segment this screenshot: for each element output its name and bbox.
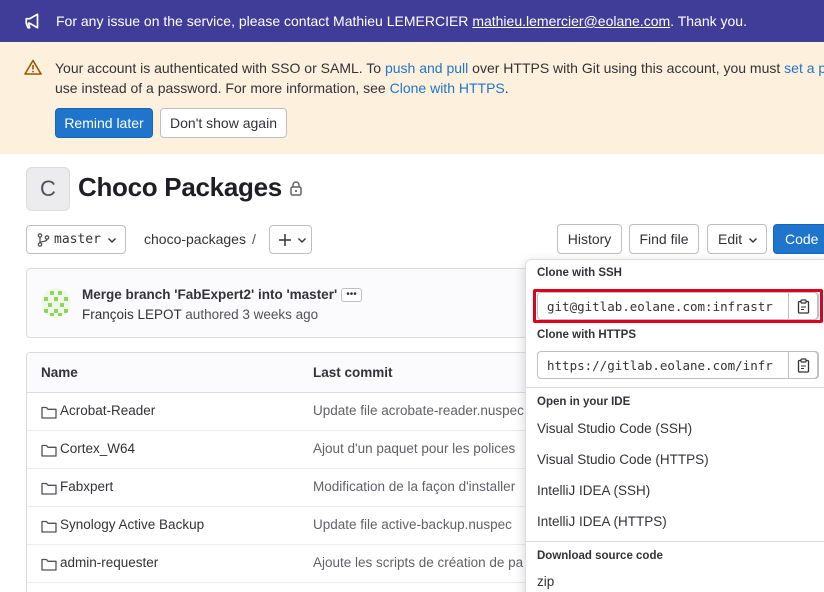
push-pull-link[interactable]: push and pull <box>385 60 468 76</box>
clone-https-label: Clone with HTTPS <box>537 329 637 341</box>
chevron-down-icon <box>749 238 757 243</box>
download-section-label: Download source code <box>537 550 663 562</box>
project-avatar: C <box>26 167 70 211</box>
table-row[interactable]: Fabxpert Modification de la façon d'inst… <box>27 469 545 507</box>
file-last-commit[interactable]: Modification de la façon d'installer <box>313 479 515 494</box>
broadcast-banner: For any issue on the service, please con… <box>0 0 824 42</box>
add-to-tree-button[interactable] <box>269 225 312 254</box>
ide-vscode-https[interactable]: Visual Studio Code (HTTPS) <box>537 452 709 467</box>
broadcast-email-link[interactable]: mathieu.lemercier@eolane.com <box>472 13 670 29</box>
set-password-link[interactable]: set a pass <box>784 60 824 76</box>
breadcrumb-separator: / <box>251 231 256 247</box>
lock-icon <box>290 181 302 196</box>
table-row[interactable]: admin-requester Ajoute les scripts de cr… <box>27 545 545 583</box>
clone-https-field[interactable]: https://gitlab.eolane.com/infr <box>537 351 819 379</box>
column-header-name: Name <box>41 365 78 380</box>
highlight-box <box>533 289 823 323</box>
history-button[interactable]: History <box>557 224 622 254</box>
folder-icon <box>41 444 57 457</box>
plus-icon <box>279 234 291 246</box>
broadcast-tail: . Thank you. <box>670 13 747 29</box>
author-avatar[interactable] <box>41 288 71 318</box>
file-name[interactable]: Synology Active Backup <box>60 517 204 532</box>
dropdown-divider <box>526 387 824 388</box>
file-name[interactable]: Fabxpert <box>60 479 113 494</box>
edit-label: Edit <box>718 231 743 247</box>
broadcast-text: For any issue on the service, please con… <box>56 13 473 29</box>
download-zip[interactable]: zip <box>537 574 554 589</box>
table-header: Name Last commit <box>27 353 545 393</box>
clone-https-url[interactable]: https://gitlab.eolane.com/infr <box>547 358 783 373</box>
code-button[interactable]: Code <box>773 224 824 254</box>
branch-icon <box>37 232 50 247</box>
ide-intellij-ssh[interactable]: IntelliJ IDEA (SSH) <box>537 483 650 498</box>
clone-dropdown: Clone with SSH git@gitlab.eolane.com:inf… <box>525 259 824 592</box>
commit-description-toggle[interactable]: ••• <box>341 288 362 302</box>
breadcrumb: choco-packages / <box>144 231 256 247</box>
ide-section-label: Open in your IDE <box>537 396 631 408</box>
column-header-last-commit: Last commit <box>313 365 393 380</box>
megaphone-icon <box>25 13 39 29</box>
page-title: Choco Packages <box>78 172 282 202</box>
commit-meta: François LEPOT authored 3 weeks ago <box>82 307 319 322</box>
file-last-commit[interactable]: Ajoute les scripts de création de pa <box>313 555 523 570</box>
folder-icon <box>41 520 57 533</box>
commit-author[interactable]: François LEPOT <box>82 307 182 322</box>
file-name[interactable]: admin-requester <box>60 555 158 570</box>
ide-vscode-ssh[interactable]: Visual Studio Code (SSH) <box>537 421 692 436</box>
ide-intellij-https[interactable]: IntelliJ IDEA (HTTPS) <box>537 514 667 529</box>
file-last-commit[interactable]: Update file active-backup.nuspec <box>313 517 512 532</box>
file-name[interactable]: Cortex_W64 <box>60 441 135 456</box>
last-commit-card: Merge branch 'FabExpert2' into 'master' … <box>26 268 546 338</box>
alert-message: Your account is authenticated with SSO o… <box>55 58 824 98</box>
chevron-down-icon <box>298 238 306 243</box>
file-last-commit[interactable]: Update file acrobate-reader.nuspec <box>313 403 524 418</box>
table-row[interactable]: Acrobat-Reader Update file acrobate-read… <box>27 393 545 431</box>
breadcrumb-project[interactable]: choco-packages <box>144 231 246 247</box>
file-name[interactable]: Acrobat-Reader <box>60 403 155 418</box>
folder-icon <box>41 482 57 495</box>
remind-later-button[interactable]: Remind later <box>55 108 153 138</box>
commit-time: 3 weeks ago <box>242 307 319 322</box>
edit-button[interactable]: Edit <box>707 224 767 254</box>
clipboard-icon <box>797 358 810 373</box>
file-last-commit[interactable]: Ajout d'un paquet pour les polices <box>313 441 515 456</box>
warning-icon <box>24 59 42 75</box>
table-row[interactable]: Synology Active Backup Update file activ… <box>27 507 545 545</box>
dropdown-divider <box>526 541 824 542</box>
dont-show-again-button[interactable]: Don't show again <box>160 108 287 138</box>
chevron-down-icon <box>108 238 116 243</box>
folder-icon <box>41 558 57 571</box>
clone-ssh-label: Clone with SSH <box>537 267 622 279</box>
folder-icon <box>41 406 57 419</box>
branch-name: master <box>54 232 101 247</box>
clone-https-link[interactable]: Clone with HTTPS <box>390 80 505 96</box>
commit-title[interactable]: Merge branch 'FabExpert2' into 'master' <box>82 287 337 302</box>
copy-https-button[interactable] <box>788 351 818 379</box>
branch-selector[interactable]: master <box>26 225 126 254</box>
sso-alert: Your account is authenticated with SSO o… <box>0 42 824 154</box>
table-row[interactable]: Cortex_W64 Ajout d'un paquet pour les po… <box>27 431 545 469</box>
file-tree-table: Name Last commit Acrobat-Reader Update f… <box>26 352 546 592</box>
find-file-button[interactable]: Find file <box>629 224 699 254</box>
